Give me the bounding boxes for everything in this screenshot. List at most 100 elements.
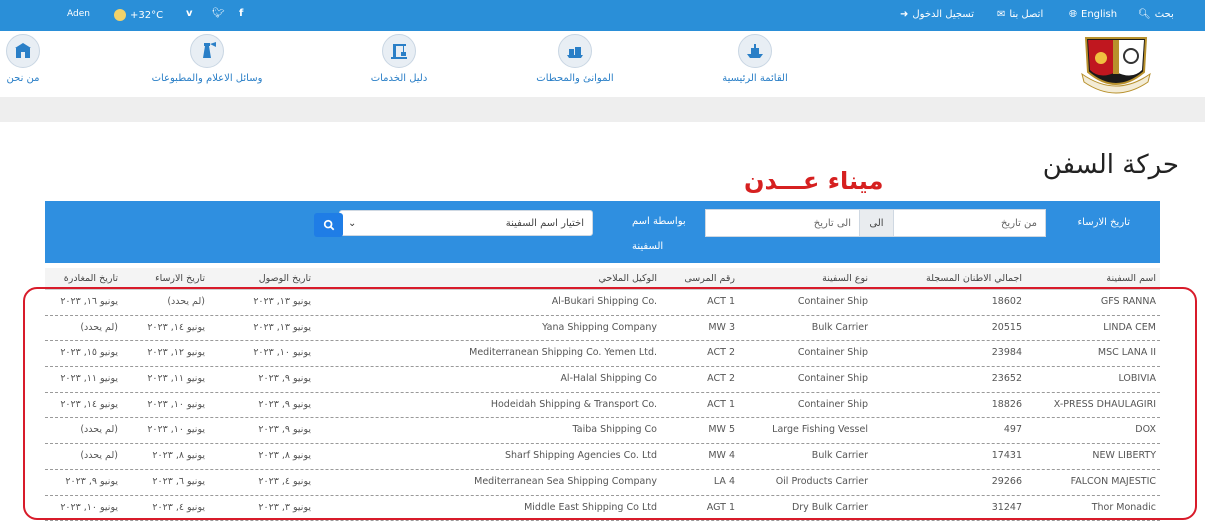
to-date-input[interactable]: الى تاريخ: [705, 209, 860, 237]
port-annotation: ميناء عـــدن: [744, 167, 884, 195]
tonnage: 497: [1003, 424, 1022, 436]
header-berth[interactable]: رقم المرسى: [684, 273, 735, 284]
from-date-placeholder: من تاريخ: [1000, 217, 1037, 229]
temperature: +32°C: [130, 9, 164, 21]
login-link[interactable]: ➜ تسجيل الدخول: [900, 9, 974, 20]
nav-item-services[interactable]: دليل الخدمات: [334, 34, 464, 84]
ship-name: LOBIVIA: [1118, 373, 1156, 385]
ship-name: LINDA CEM: [1103, 321, 1156, 333]
globe-icon: 🌐︎: [1069, 8, 1077, 20]
nav-item-ports[interactable]: الموانئ والمحطات: [510, 34, 640, 84]
table-row[interactable]: GFS RANNA 18602 Container Ship ACT 1 Al-…: [45, 290, 1160, 316]
ship-type: Oil Products Carrier: [775, 475, 868, 487]
tonnage: 29266: [991, 475, 1022, 487]
table-row[interactable]: MSC LANA II 23984 Container Ship ACT 2 M…: [45, 341, 1160, 368]
departure-date: (لم يحدد): [80, 450, 118, 462]
top-bar: 🔍︎ بحث 🌐︎ English ✉ اتصل بنا ➜ تسجيل الد…: [0, 0, 1205, 31]
to-date-placeholder: الى تاريخ: [813, 217, 851, 229]
header-arrival[interactable]: تاريخ الوصول: [259, 273, 311, 284]
ship-type: Container Ship: [797, 296, 868, 307]
nav-item-label: دليل الخدمات: [370, 73, 428, 84]
ship-movements-table: اسم السفينة اجمالي الاطنان المسجلة نوع ا…: [45, 268, 1160, 522]
arrival-date: يونيو ٩, ٢٠٢٣: [258, 424, 311, 436]
arrival-date: يونيو ١٠, ٢٠٢٣: [253, 347, 311, 359]
arrival-date: يونيو ١٣, ٢٠٢٣: [253, 321, 311, 333]
ship-name-select[interactable]: ⌄ اختيار اسم السفينة: [339, 210, 593, 236]
ship-type: Container Ship: [797, 373, 868, 385]
language-link[interactable]: 🌐︎ English: [1069, 9, 1117, 20]
table-row[interactable]: NEW LIBERTY 17431 Bulk Carrier MW 4 Shar…: [45, 444, 1160, 470]
header-tonnage[interactable]: اجمالي الاطنان المسجلة: [926, 273, 1022, 284]
ship-type: Container Ship: [797, 347, 868, 359]
table-row[interactable]: FALCON MAJESTIC 29266 Oil Products Carri…: [45, 470, 1160, 496]
anchor-building-icon: [6, 34, 40, 68]
by-ship-name-label: بواسطة اسم: [632, 216, 686, 227]
weather-widget: +32°C: [114, 9, 163, 21]
shipping-agent: Taiba Shipping Co: [572, 424, 657, 436]
contact-label: اتصل بنا: [1009, 9, 1044, 20]
ship-name: DOX: [1135, 424, 1156, 436]
from-date-input[interactable]: من تاريخ: [893, 209, 1046, 237]
departure-date: يونيو ٩, ٢٠٢٣: [65, 475, 118, 487]
header-ship-name[interactable]: اسم السفينة: [1106, 273, 1156, 284]
departure-date: يونيو ١٥, ٢٠٢٣: [60, 347, 118, 359]
nav-item-about[interactable]: من نحن: [0, 34, 88, 84]
table-row[interactable]: LINDA CEM 20515 Bulk Carrier MW 3 Yana S…: [45, 316, 1160, 342]
berthing-date: يونيو ١١, ٢٠٢٣: [147, 373, 205, 385]
departure-date: يونيو ١٠, ٢٠٢٣: [60, 501, 118, 513]
crane-icon: [382, 34, 416, 68]
ship-icon: [738, 34, 772, 68]
table-row[interactable]: X-PRESS DHAULAGIRI 18826 Container Ship …: [45, 393, 1160, 419]
search-button[interactable]: [314, 213, 343, 237]
port-icon: [558, 34, 592, 68]
nav-item-home[interactable]: القائمة الرئيسية: [690, 34, 820, 84]
berth-number: MW 3: [708, 321, 735, 333]
nav-item-label: وسائل الاعلام والمطبوعات: [151, 73, 263, 84]
contact-link[interactable]: ✉ اتصل بنا: [997, 9, 1043, 20]
chevron-down-icon: ⌄: [348, 217, 357, 229]
tonnage: 18602: [991, 296, 1022, 307]
header-agent[interactable]: الوكيل الملاحي: [598, 273, 657, 284]
arrival-date: يونيو ٨, ٢٠٢٣: [258, 450, 311, 462]
login-label: تسجيل الدخول: [912, 9, 975, 20]
ship-type: Bulk Carrier: [811, 321, 868, 333]
table-row[interactable]: LOBIVIA 23652 Container Ship ACT 2 Al-Ha…: [45, 367, 1160, 393]
table-row[interactable]: DOX 497 Large Fishing Vessel MW 5 Taiba …: [45, 418, 1160, 445]
table-row[interactable]: Thor Monadic 31247 Dry Bulk Carrier AGT …: [45, 496, 1160, 522]
berth-number: ACT 1: [707, 398, 735, 410]
header-ship-type[interactable]: نوع السفينة: [822, 273, 868, 284]
to-addon: الى: [859, 209, 894, 237]
ship-select-value: اختيار اسم السفينة: [505, 217, 584, 229]
to-addon-label: الى: [869, 217, 884, 229]
berthing-date: يونيو ١٤, ٢٠٢٣: [147, 321, 205, 333]
header-berthing[interactable]: تاريخ الارساء: [155, 273, 205, 284]
berth-number: MW 4: [708, 450, 735, 462]
vine-link[interactable]: v: [186, 9, 193, 19]
search-link[interactable]: 🔍︎ بحث: [1138, 9, 1174, 20]
berth-number: ACT 1: [707, 296, 735, 307]
ship-type: Bulk Carrier: [811, 450, 868, 462]
by-ship-name-label-2: السفينة: [632, 241, 664, 252]
site-logo[interactable]: [1078, 32, 1154, 96]
social-icon: v: [186, 8, 193, 19]
shipping-agent: Sharf Shipping Agencies Co. Ltd: [504, 450, 657, 462]
departure-date: (لم يحدد): [80, 321, 118, 333]
arrival-date: يونيو ٣, ٢٠٢٣: [258, 501, 311, 513]
city-name: Aden: [67, 9, 90, 19]
facebook-link[interactable]: f: [239, 9, 243, 19]
twitter-link[interactable]: 🐦︎: [212, 9, 225, 19]
berth-number: AGT 1: [706, 501, 735, 513]
port-crest-icon: [1081, 37, 1151, 94]
nav-item-media[interactable]: وسائل الاعلام والمطبوعات: [142, 34, 272, 84]
departure-date: (لم يحدد): [80, 424, 118, 436]
shipping-agent: Al-Bukari Shipping Co.: [551, 296, 657, 307]
header-departure[interactable]: تاريخ المغادرة: [64, 273, 118, 284]
berthing-date: يونيو ١٠, ٢٠٢٣: [147, 398, 205, 410]
ship-type: Container Ship: [797, 398, 868, 410]
shipping-agent: Hodeidah Shipping & Transport Co.: [490, 398, 657, 410]
search-icon: [323, 219, 334, 231]
berthing-date: يونيو ١٠, ٢٠٢٣: [147, 424, 205, 436]
ship-type: Dry Bulk Carrier: [791, 501, 868, 513]
berthing-date: يونيو ١٢, ٢٠٢٣: [147, 347, 205, 359]
language-label: English: [1081, 9, 1118, 20]
